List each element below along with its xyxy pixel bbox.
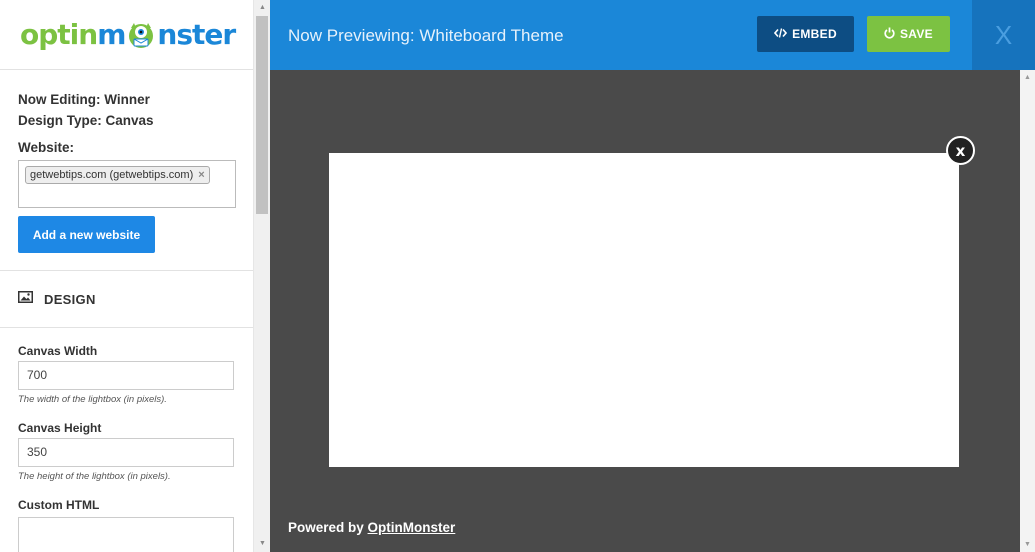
custom-html-field: Custom HTML: [0, 498, 253, 552]
website-tag-label: getwebtips.com (getwebtips.com): [30, 169, 194, 181]
logo-text-nster: nster: [157, 18, 236, 51]
canvas-width-label: Canvas Width: [18, 344, 98, 358]
power-icon: [884, 27, 895, 42]
website-label: Website:: [18, 140, 75, 155]
preview-title: Now Previewing: Whiteboard Theme: [288, 26, 564, 45]
canvas-height-input[interactable]: 350: [18, 438, 234, 467]
image-icon: [18, 290, 33, 308]
editor-sidebar: optin m nster Now Editing: Winner Design…: [0, 0, 253, 552]
add-website-button[interactable]: Add a new website: [18, 216, 155, 253]
canvas-lightbox: [329, 153, 959, 467]
website-tag: getwebtips.com (getwebtips.com) ×: [25, 166, 210, 184]
embed-button[interactable]: EMBED: [757, 16, 854, 52]
powered-by: Powered by OptinMonster: [288, 520, 455, 535]
preview-header: Now Previewing: Whiteboard Theme EMBED S…: [270, 0, 1035, 70]
website-select[interactable]: getwebtips.com (getwebtips.com) ×: [18, 160, 236, 208]
monster-face-icon: [126, 20, 156, 50]
custom-html-textarea[interactable]: [18, 517, 234, 552]
canvas-width-field: Canvas Width 700 The width of the lightb…: [0, 344, 253, 405]
save-label: SAVE: [900, 27, 933, 41]
optinmonster-logo[interactable]: optin m nster: [20, 18, 236, 51]
preview-area: x Powered by OptinMonster: [270, 70, 1020, 552]
save-button[interactable]: SAVE: [867, 16, 950, 52]
canvas-width-input[interactable]: 700: [18, 361, 234, 390]
custom-html-label: Custom HTML: [18, 498, 100, 512]
lightbox-close-icon[interactable]: x: [946, 136, 975, 165]
scrollbar-thumb[interactable]: [256, 16, 268, 214]
now-editing-text: Now Editing: Winner: [18, 92, 150, 107]
design-type-text: Design Type: Canvas: [18, 113, 154, 128]
canvas-width-help: The width of the lightbox (in pixels).: [18, 394, 167, 405]
canvas-height-label: Canvas Height: [18, 421, 102, 435]
powered-link[interactable]: OptinMonster: [368, 520, 456, 535]
scroll-down-icon[interactable]: ▼: [254, 536, 271, 552]
canvas-height-help: The height of the lightbox (in pixels).: [18, 471, 171, 482]
design-section-header[interactable]: DESIGN: [0, 270, 253, 328]
design-section-label: DESIGN: [44, 291, 96, 307]
close-icon[interactable]: X: [972, 0, 1035, 70]
campaign-info: Now Editing: Winner Design Type: Canvas …: [0, 70, 253, 253]
sidebar-scrollbar[interactable]: ▲ ▼: [253, 0, 270, 552]
logo-text-optin: optin: [20, 18, 98, 51]
preview-scrollbar[interactable]: ▲ ▼: [1020, 70, 1035, 552]
scroll-up-icon[interactable]: ▲: [254, 0, 271, 16]
powered-prefix: Powered by: [288, 520, 364, 535]
preview-scroll-down-icon[interactable]: ▼: [1020, 537, 1035, 552]
logo-text-m: m: [97, 18, 126, 51]
preview-scroll-up-icon[interactable]: ▲: [1020, 70, 1035, 85]
code-icon: [774, 27, 788, 41]
logo-area: optin m nster: [0, 0, 253, 70]
embed-label: EMBED: [792, 27, 837, 41]
canvas-height-field: Canvas Height 350 The height of the ligh…: [0, 421, 253, 482]
remove-website-icon[interactable]: ×: [198, 169, 204, 181]
